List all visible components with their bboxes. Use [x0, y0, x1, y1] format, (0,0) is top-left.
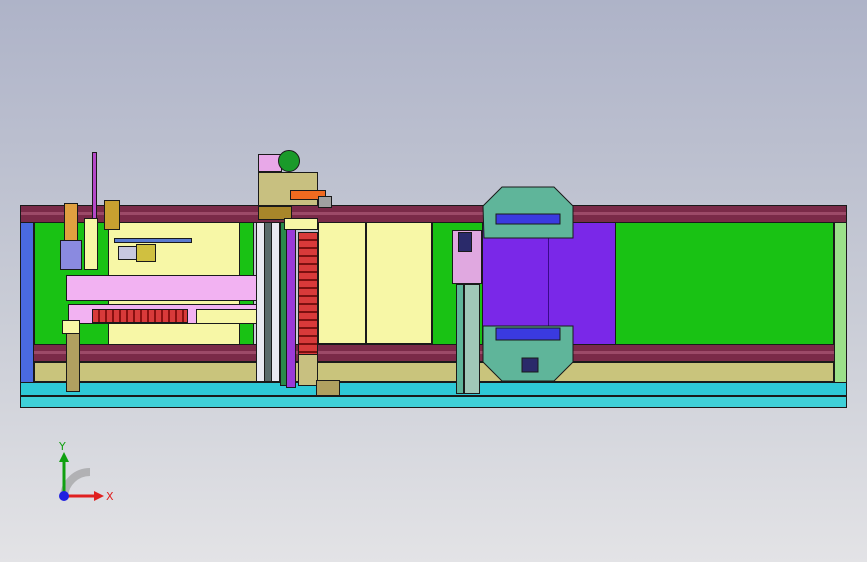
center-column-purple [286, 228, 296, 388]
z-axis-dot [59, 491, 69, 501]
bottom-rail-highlight [21, 351, 846, 354]
triad-rotation-arc [60, 467, 91, 497]
red-cable-chain [92, 309, 188, 323]
green-panel-right [612, 222, 834, 346]
mid-vertical-rail-b [464, 284, 480, 394]
pink-beam-upper [66, 275, 278, 301]
left-gear-box [136, 244, 156, 262]
center-cable-chain [298, 232, 318, 356]
center-top-bracket [284, 218, 318, 230]
center-column-khaki [298, 354, 318, 386]
y-axis-label: Y [58, 440, 66, 453]
left-side-post [20, 222, 34, 392]
y-axis-head [59, 452, 69, 462]
coordinate-triad: Y X [58, 440, 114, 503]
left-vertical-rod [92, 152, 97, 220]
top-rail-highlight [21, 212, 846, 215]
right-side-post [834, 222, 847, 392]
base-plate [20, 382, 847, 396]
left-orange-bracket [64, 203, 78, 243]
cad-graphics-viewport[interactable]: Y X [0, 0, 867, 562]
center-head-housing [258, 172, 318, 206]
left-cyan-column [84, 218, 98, 270]
center-column-dark [264, 222, 272, 382]
khaki-strip [34, 362, 834, 382]
x-axis-label: X [106, 490, 114, 503]
yellow-panel-center-b [366, 218, 432, 344]
left-slider-block [60, 240, 82, 270]
center-base-clamp [316, 380, 340, 396]
mid-slider-block [458, 232, 472, 252]
left-top-arm [114, 238, 192, 243]
mid-vertical-rail [456, 284, 464, 394]
octagon-tool-plate [482, 186, 574, 382]
base-plate-bottom [20, 396, 847, 408]
left-lower-post-cap [62, 320, 80, 334]
center-head-motor [278, 150, 300, 172]
yellow-panel-center-a [318, 218, 366, 344]
x-axis-head [94, 491, 104, 501]
left-gold-block [104, 200, 120, 230]
center-grey-plate [318, 196, 332, 208]
